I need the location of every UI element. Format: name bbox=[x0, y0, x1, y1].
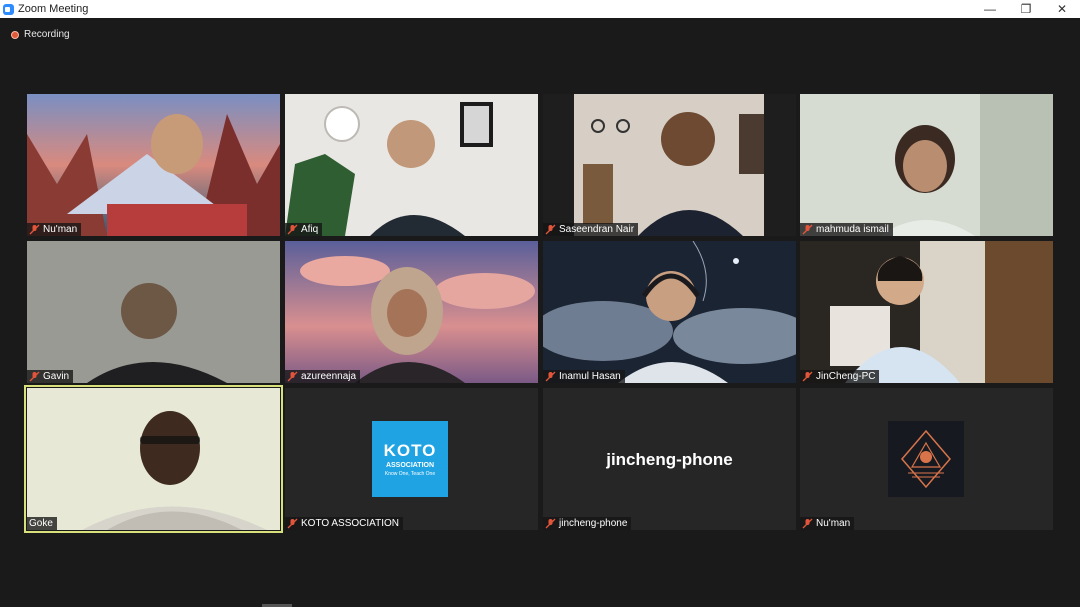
participant-name: mahmuda ismail bbox=[816, 224, 889, 235]
participant-name-tag: Inamul Hasan bbox=[543, 370, 625, 383]
participant-tile[interactable]: Nu'man bbox=[800, 388, 1053, 530]
video-feed bbox=[800, 241, 1053, 383]
recording-dot-icon bbox=[11, 30, 19, 39]
participant-name: jincheng-phone bbox=[559, 518, 628, 529]
participant-name: azureennaja bbox=[301, 371, 357, 382]
video-feed bbox=[543, 241, 796, 383]
participant-tile-active-speaker[interactable]: Goke bbox=[24, 385, 283, 533]
participant-name: Nu'man bbox=[816, 518, 851, 529]
participant-tile[interactable]: jincheng-phone jincheng-phone bbox=[543, 388, 796, 530]
participant-name-tag: Goke bbox=[27, 517, 57, 530]
video-feed bbox=[285, 94, 538, 236]
muted-mic-icon bbox=[802, 371, 813, 382]
muted-mic-icon bbox=[545, 224, 556, 235]
logo-subtitle: ASSOCIATION bbox=[385, 462, 435, 469]
muted-mic-icon bbox=[802, 224, 813, 235]
window-title: Zoom Meeting bbox=[18, 3, 89, 15]
participant-tile[interactable]: azureennaja bbox=[285, 241, 538, 383]
muted-mic-icon bbox=[287, 224, 298, 235]
muted-mic-icon bbox=[287, 371, 298, 382]
participant-name: Afiq bbox=[301, 224, 319, 235]
participant-name: Goke bbox=[29, 518, 53, 529]
zoom-app-icon bbox=[3, 3, 14, 15]
participant-tile[interactable]: Nu'man bbox=[27, 94, 280, 236]
participant-name-tag: Afiq bbox=[285, 223, 323, 236]
participant-name: Nu'man bbox=[43, 224, 78, 235]
participant-name-tag: mahmuda ismail bbox=[800, 223, 893, 236]
muted-mic-icon bbox=[29, 371, 40, 382]
video-feed bbox=[543, 94, 796, 236]
participant-display-name: jincheng-phone bbox=[606, 450, 733, 469]
participant-name-tag: Nu'man bbox=[27, 223, 82, 236]
participant-tile[interactable]: JinCheng-PC bbox=[800, 241, 1053, 383]
koto-association-logo: KOTO ASSOCIATION Know One, Teach One bbox=[372, 421, 448, 497]
video-feed bbox=[27, 94, 280, 236]
muted-mic-icon bbox=[545, 518, 556, 529]
logo-title: KOTO bbox=[383, 441, 437, 460]
participant-name: KOTO ASSOCIATION bbox=[301, 518, 399, 529]
muted-mic-icon bbox=[545, 371, 556, 382]
window-controls: — ❐ ✕ bbox=[972, 0, 1080, 18]
restore-button[interactable]: ❐ bbox=[1008, 0, 1044, 18]
participant-name: Gavin bbox=[43, 371, 70, 382]
participant-name-tag: KOTO ASSOCIATION bbox=[285, 517, 403, 530]
participant-name-tag: Saseendran Nair bbox=[543, 223, 639, 236]
participant-name-tag: JinCheng-PC bbox=[800, 370, 880, 383]
video-feed bbox=[27, 388, 280, 530]
muted-mic-icon bbox=[287, 518, 298, 529]
participant-tile[interactable]: Afiq bbox=[285, 94, 538, 236]
participant-name: Inamul Hasan bbox=[559, 371, 621, 382]
geometric-mountain-icon bbox=[901, 429, 951, 489]
participant-name-tag: azureennaja bbox=[285, 370, 361, 383]
participant-tile[interactable]: KOTO ASSOCIATION Know One, Teach One KOT… bbox=[285, 388, 538, 530]
participant-name: JinCheng-PC bbox=[816, 371, 876, 382]
muted-mic-icon bbox=[29, 224, 40, 235]
recording-indicator[interactable]: Recording bbox=[11, 29, 70, 40]
participant-tile[interactable]: Inamul Hasan bbox=[543, 241, 796, 383]
muted-mic-icon bbox=[802, 518, 813, 529]
participant-tile[interactable]: Saseendran Nair bbox=[543, 94, 796, 236]
participant-name-tag: jincheng-phone bbox=[543, 517, 632, 530]
profile-picture-logo bbox=[888, 421, 964, 497]
participant-tile[interactable]: mahmuda ismail bbox=[800, 94, 1053, 236]
recording-label: Recording bbox=[24, 29, 70, 40]
participant-name: Saseendran Nair bbox=[559, 224, 635, 235]
video-feed bbox=[285, 241, 538, 383]
participant-name-tag: Gavin bbox=[27, 370, 74, 383]
participant-name-tag: Nu'man bbox=[800, 517, 855, 530]
participant-tile[interactable]: Gavin bbox=[27, 241, 280, 383]
video-feed bbox=[800, 94, 1053, 236]
close-button[interactable]: ✕ bbox=[1044, 0, 1080, 18]
minimize-button[interactable]: — bbox=[972, 0, 1008, 18]
title-bar: Zoom Meeting — ❐ ✕ bbox=[0, 0, 1080, 18]
logo-tagline: Know One, Teach One bbox=[384, 471, 436, 477]
video-feed bbox=[27, 241, 280, 383]
